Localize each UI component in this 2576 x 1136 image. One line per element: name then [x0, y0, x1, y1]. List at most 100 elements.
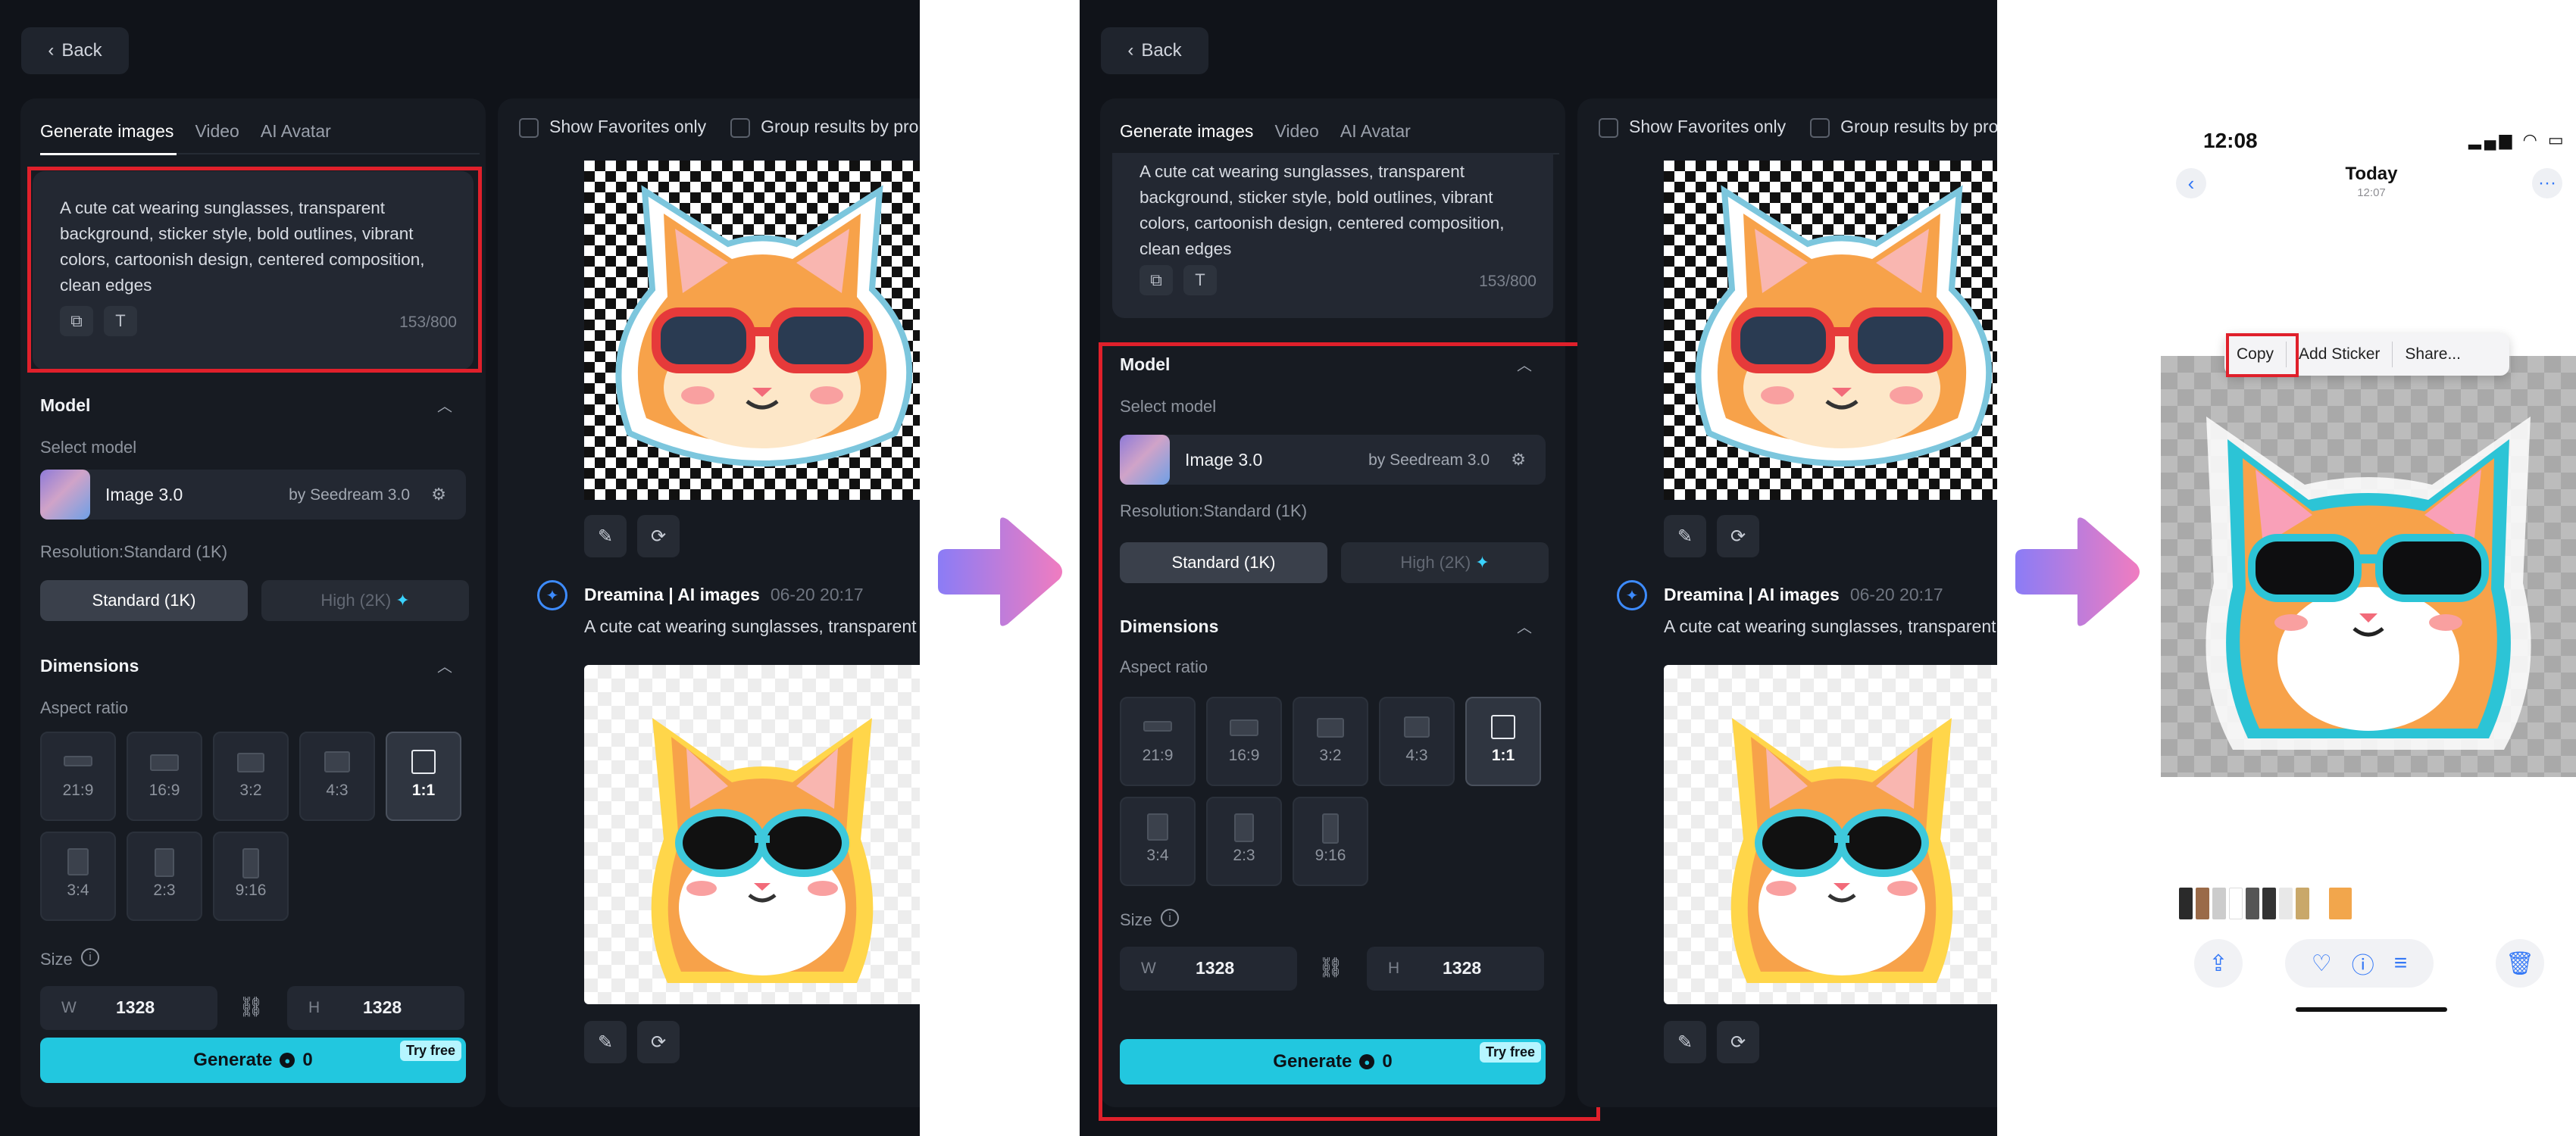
model-name: Image 3.0: [105, 485, 183, 504]
result-author: Dreamina | AI images 06-20 20:17: [1664, 585, 1943, 605]
resolution-standard-button[interactable]: Standard (1K): [40, 580, 248, 621]
share-menu-item[interactable]: Share...: [2393, 345, 2473, 364]
more-icon[interactable]: ···: [2532, 168, 2562, 198]
group-filter[interactable]: Group results by prom: [1810, 117, 1997, 138]
aspect-3-4[interactable]: 3:4: [40, 832, 116, 921]
chevron-up-icon[interactable]: ︿: [437, 394, 452, 416]
text-format-icon[interactable]: T: [1183, 265, 1217, 295]
thumbnail[interactable]: [2262, 888, 2276, 919]
aspect-16-9[interactable]: 16:9: [127, 732, 202, 821]
back-button[interactable]: ‹ Back: [1101, 27, 1208, 74]
tab-generate-images[interactable]: Generate images: [40, 121, 174, 142]
tab-ai-avatar[interactable]: AI Avatar: [261, 121, 331, 142]
edit-icon[interactable]: ✎: [584, 1021, 627, 1063]
tab-video[interactable]: Video: [1274, 121, 1318, 142]
model-selector[interactable]: Image 3.0 by Seedream 3.0 ⚙: [40, 470, 466, 520]
info-icon[interactable]: i: [81, 948, 99, 966]
group-filter-label: Group results by prom: [1840, 117, 1997, 136]
result-author: Dreamina | AI images 06-20 20:17: [584, 585, 864, 605]
status-time: 12:08: [2203, 129, 2258, 152]
model-provider: by Seedream 3.0: [289, 486, 410, 504]
aspect-1-1[interactable]: 1:1: [386, 732, 461, 821]
favorites-filter[interactable]: Show Favorites only: [519, 117, 706, 138]
ratio-label: 3:4: [67, 882, 89, 899]
mode-tabs: Generate images Video AI Avatar: [40, 121, 331, 142]
ratio-shape-icon: [67, 848, 89, 875]
ratio-label: 3:2: [239, 782, 262, 799]
edit-icon[interactable]: ✎: [1664, 515, 1706, 557]
edit-icon[interactable]: ✎: [1664, 1021, 1706, 1063]
aspect-3-2[interactable]: 3:2: [213, 732, 289, 821]
thumbnail[interactable]: [2296, 888, 2309, 919]
ratio-label: 4:3: [326, 782, 349, 799]
width-field-label: W: [61, 999, 77, 1016]
checkbox[interactable]: [1810, 117, 1830, 138]
group-filter[interactable]: Group results by prom: [730, 117, 920, 138]
photo-time: 12:07: [2357, 186, 2386, 199]
chevron-left-icon[interactable]: ‹: [2176, 168, 2206, 198]
ratio-shape-icon: [150, 754, 179, 771]
checkbox[interactable]: [519, 117, 539, 138]
prompt-text: A cute cat wearing sunglasses, transpare…: [1140, 162, 1505, 258]
link-icon[interactable]: ⛓: [239, 995, 264, 1019]
trash-icon[interactable]: 🗑: [2496, 939, 2544, 988]
retry-icon[interactable]: ⟳: [637, 1021, 680, 1063]
checkbox[interactable]: [730, 117, 751, 138]
chevron-left-icon: ‹: [1127, 40, 1134, 61]
retry-icon[interactable]: ⟳: [637, 515, 680, 557]
thumbnail[interactable]: [2196, 888, 2209, 919]
chevron-up-icon[interactable]: ︿: [437, 654, 452, 676]
height-field[interactable]: H 1328: [287, 986, 464, 1030]
retry-icon[interactable]: ⟳: [1717, 1021, 1759, 1063]
highlight-prompt-box: [27, 167, 482, 373]
thumbnail[interactable]: [2279, 888, 2293, 919]
author-date: 06-20 20:17: [770, 585, 864, 604]
tab-generate-images[interactable]: Generate images: [1120, 121, 1253, 142]
add-sticker-menu-item[interactable]: Add Sticker: [2287, 345, 2392, 364]
thumbnail[interactable]: [2329, 888, 2352, 919]
aspect-2-3[interactable]: 2:3: [127, 832, 202, 921]
adjust-icon[interactable]: ≡: [2394, 950, 2408, 976]
ratio-shape-icon: [324, 751, 350, 772]
edit-icon[interactable]: ✎: [584, 515, 627, 557]
generate-button[interactable]: Generate ● 0 Try free: [40, 1038, 466, 1083]
share-icon[interactable]: ⇪: [2194, 939, 2243, 988]
generate-cost: 0: [302, 1050, 313, 1070]
retry-icon[interactable]: ⟳: [1717, 515, 1759, 557]
coin-icon: ●: [280, 1053, 295, 1068]
ratio-shape-icon: [242, 848, 259, 879]
ratio-label: 9:16: [235, 882, 267, 899]
aspect-4-3[interactable]: 4:3: [299, 732, 375, 821]
thumbnail[interactable]: [2246, 888, 2259, 919]
resolution-high-button[interactable]: High (2K) ✦: [261, 580, 469, 621]
sticker-photo[interactable]: [2161, 356, 2576, 777]
prompt-input[interactable]: A cute cat wearing sunglasses, transpare…: [1112, 153, 1553, 318]
select-model-label: Select model: [40, 438, 137, 457]
char-counter: 153/800: [1479, 273, 1537, 290]
tune-icon[interactable]: ⚙: [431, 485, 446, 504]
favorites-filter[interactable]: Show Favorites only: [1599, 117, 1786, 138]
info-icon[interactable]: ⓘ: [2352, 947, 2374, 980]
ratio-shape-icon: [411, 750, 436, 774]
image-edit-icon[interactable]: ⧉: [1140, 265, 1173, 295]
thumbnail[interactable]: [2179, 888, 2193, 919]
heart-icon[interactable]: ♡: [2312, 950, 2332, 977]
checkbox[interactable]: [1599, 117, 1618, 138]
tab-ai-avatar[interactable]: AI Avatar: [1340, 121, 1411, 142]
result-image-1[interactable]: [1664, 161, 1997, 500]
aspect-21-9[interactable]: 21:9: [40, 732, 116, 821]
back-button[interactable]: ‹ Back: [21, 27, 129, 74]
aspect-9-16[interactable]: 9:16: [213, 832, 289, 921]
right-arrow-icon: [2015, 517, 2140, 626]
thumbnail[interactable]: [2312, 888, 2326, 919]
ratio-shape-icon: [64, 756, 92, 766]
result-image-2[interactable]: [1664, 665, 1997, 1004]
sparkle-icon: ✦: [395, 591, 410, 610]
width-field[interactable]: W 1328: [40, 986, 217, 1030]
tab-video[interactable]: Video: [195, 121, 239, 142]
thumbnail[interactable]: [2212, 888, 2226, 919]
result-image-1[interactable]: [584, 161, 920, 500]
thumbnail[interactable]: [2229, 888, 2243, 919]
ratio-label: 21:9: [62, 782, 94, 799]
result-image-2[interactable]: [584, 665, 920, 1004]
